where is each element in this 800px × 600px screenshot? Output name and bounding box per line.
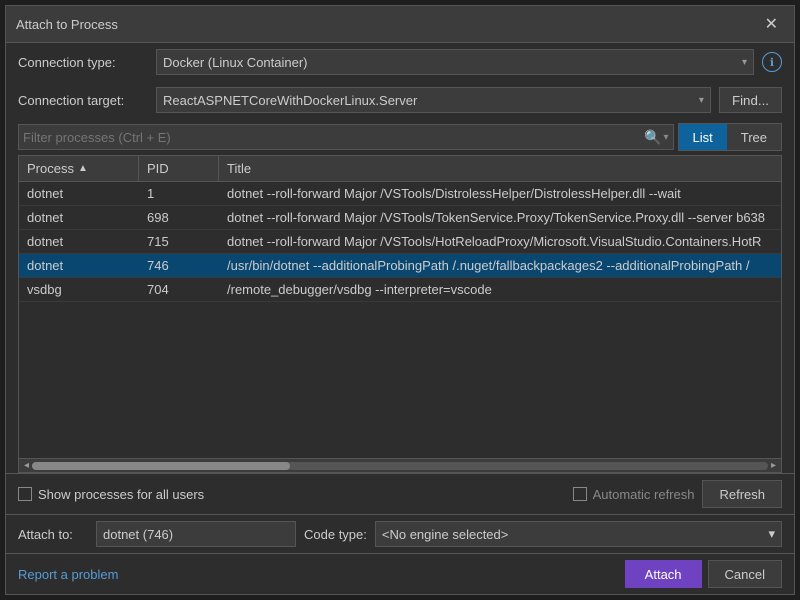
cell-title: /usr/bin/dotnet --additionalProbingPath … [219,254,781,277]
cell-pid: 1 [139,182,219,205]
code-type-value: <No engine selected> [382,527,508,542]
table-body: dotnet1dotnet --roll-forward Major /VSTo… [19,182,781,458]
connection-type-label: Connection type: [18,55,148,70]
attach-to-input[interactable] [96,521,296,547]
code-type-label: Code type: [304,527,367,542]
search-icon: 🔍 [644,129,661,146]
cell-process: dotnet [19,254,139,277]
connection-type-row: Connection type: Docker (Linux Container… [6,43,794,81]
auto-refresh-checkbox[interactable] [573,487,587,501]
cell-pid: 746 [139,254,219,277]
cell-pid: 715 [139,230,219,253]
show-all-users-label: Show processes for all users [38,487,204,502]
show-all-users-checkbox[interactable] [18,487,32,501]
refresh-button[interactable]: Refresh [702,480,782,508]
filter-input[interactable] [23,130,644,145]
connection-target-value: ReactASPNETCoreWithDockerLinux.Server [163,93,417,108]
col-header-title[interactable]: Title [219,156,781,181]
cell-title: /remote_debugger/vsdbg --interpreter=vsc… [219,278,781,301]
cell-process: dotnet [19,206,139,229]
scrollbar-track[interactable] [32,462,768,470]
scroll-right-icon[interactable]: ▸ [768,460,779,471]
sort-arrow-icon: ▲ [78,163,88,174]
table-row[interactable]: vsdbg704/remote_debugger/vsdbg --interpr… [19,278,781,302]
filter-dropdown-icon[interactable]: ▾ [663,132,668,143]
connection-type-info-icon[interactable]: ℹ [762,52,782,72]
connection-type-value: Docker (Linux Container) [163,55,308,70]
col-header-process[interactable]: Process ▲ [19,156,139,181]
title-bar: Attach to Process ✕ [6,6,794,43]
table-row[interactable]: dotnet746/usr/bin/dotnet --additionalPro… [19,254,781,278]
table-row[interactable]: dotnet715dotnet --roll-forward Major /VS… [19,230,781,254]
attach-to-process-dialog: Attach to Process ✕ Connection type: Doc… [5,5,795,595]
attach-to-label: Attach to: [18,527,88,542]
bottom-bar: Show processes for all users Automatic r… [6,473,794,514]
dialog-title: Attach to Process [16,17,118,32]
col-header-pid[interactable]: PID [139,156,219,181]
cell-process: dotnet [19,182,139,205]
cell-pid: 698 [139,206,219,229]
auto-refresh-wrapper: Automatic refresh [573,487,695,502]
attach-to-row: Attach to: Code type: <No engine selecte… [6,514,794,553]
cancel-button[interactable]: Cancel [708,560,782,588]
connection-type-arrow-icon: ▾ [742,57,747,68]
table-row[interactable]: dotnet698dotnet --roll-forward Major /VS… [19,206,781,230]
list-view-button[interactable]: List [679,124,727,150]
table-header: Process ▲ PID Title [19,156,781,182]
code-type-combo[interactable]: <No engine selected> ▾ [375,521,782,547]
connection-target-label: Connection target: [18,93,148,108]
connection-target-combo[interactable]: ReactASPNETCoreWithDockerLinux.Server ▾ [156,87,711,113]
view-buttons: List Tree [678,123,782,151]
cell-title: dotnet --roll-forward Major /VSTools/Tok… [219,206,781,229]
connection-target-row: Connection target: ReactASPNETCoreWithDo… [6,81,794,119]
scroll-left-icon[interactable]: ◂ [21,460,32,471]
auto-refresh-label: Automatic refresh [593,487,695,502]
close-button[interactable]: ✕ [759,12,784,36]
footer-row: Report a problem Attach Cancel [6,553,794,594]
find-button[interactable]: Find... [719,87,782,113]
horizontal-scrollbar[interactable]: ◂ ▸ [19,458,781,472]
attach-button[interactable]: Attach [625,560,702,588]
report-problem-link[interactable]: Report a problem [18,567,118,582]
cell-process: vsdbg [19,278,139,301]
filter-row: 🔍 ▾ List Tree [6,119,794,155]
show-all-users-checkbox-wrapper[interactable]: Show processes for all users [18,487,204,502]
process-table: Process ▲ PID Title dotnet1dotnet --roll… [18,155,782,473]
cell-process: dotnet [19,230,139,253]
cell-pid: 704 [139,278,219,301]
code-type-arrow-icon: ▾ [768,526,775,542]
connection-target-arrow-icon: ▾ [699,95,704,106]
connection-type-combo[interactable]: Docker (Linux Container) ▾ [156,49,754,75]
scrollbar-thumb[interactable] [32,462,290,470]
filter-input-wrapper: 🔍 ▾ [18,124,674,150]
cell-title: dotnet --roll-forward Major /VSTools/Hot… [219,230,781,253]
cell-title: dotnet --roll-forward Major /VSTools/Dis… [219,182,781,205]
tree-view-button[interactable]: Tree [727,124,781,150]
table-row[interactable]: dotnet1dotnet --roll-forward Major /VSTo… [19,182,781,206]
